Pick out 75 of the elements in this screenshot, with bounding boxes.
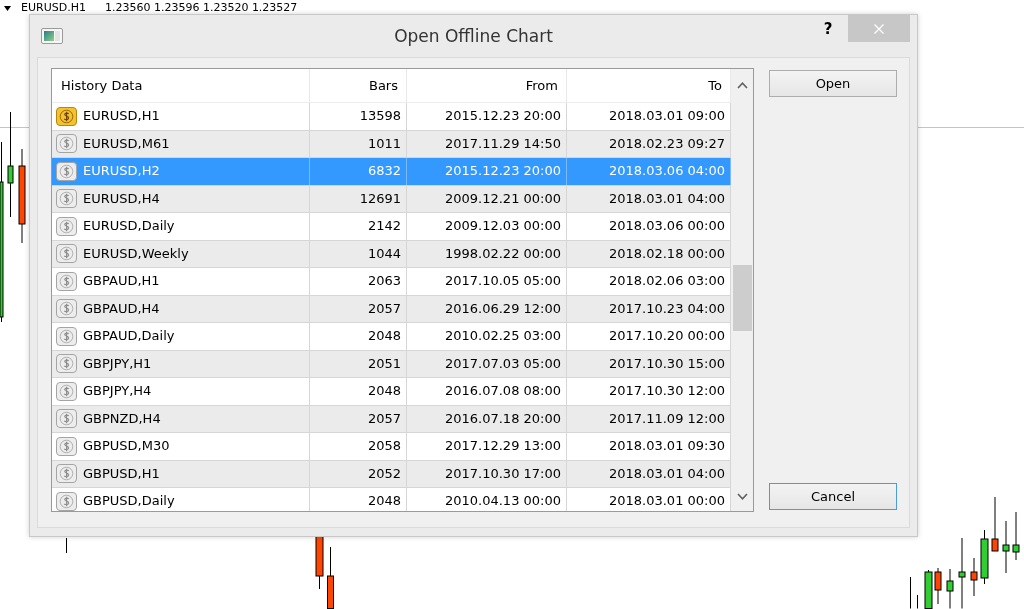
table-cell: 12691 [310,185,407,212]
open-button[interactable]: Open [769,70,897,97]
table-row[interactable]: GBPJPY,H1 2051 2017.07.03 05:00 2017.10.30 15:00 [52,350,731,378]
table-cell: 2017.07.03 05:00 [407,350,567,377]
table-cell: 2016.07.18 20:00 [407,405,567,432]
table-row[interactable]: EURUSD,M61 1011 2017.11.29 14:50 2018.02.23 09:27 [52,130,731,158]
table-cell: EURUSD,Weekly [83,245,189,262]
table-cell: 2009.12.21 00:00 [407,185,567,212]
scrollbar-thumb[interactable] [733,265,752,331]
table-cell: 2017.12.29 13:00 [407,433,567,460]
table-cell: 2010.04.13 00:00 [407,488,567,511]
table-cell: GBPNZD,H4 [83,410,161,427]
table-cell: 2048 [310,323,407,350]
table-cell: 2142 [310,213,407,240]
table-cell: 2017.10.05 05:00 [407,268,567,295]
price-quotes: 1.23560 1.23596 1.23520 1.23527 [104,1,298,15]
table-cell: 1044 [310,240,407,267]
table-cell: GBPAUD,H1 [83,273,160,290]
table-row[interactable]: GBPAUD,Daily 2048 2010.02.25 03:00 2017.10.20 00:00 [52,323,731,351]
table-cell: 1998.02.22 00:00 [407,240,567,267]
candlestick-wick [66,537,67,554]
table-cell: EURUSD,M61 [83,135,170,152]
table-cell: 2058 [310,433,407,460]
table-cell: EURUSD,H4 [83,190,160,207]
table-cell: 2063 [310,268,407,295]
table-cell: EURUSD,H2 [83,163,160,180]
chevron-down-icon [736,492,748,500]
table-cell: 13598 [310,103,407,130]
table-row[interactable]: GBPAUD,H1 2063 2017.10.05 05:00 2018.02.06 03:00 [52,268,731,296]
table-row[interactable]: GBPUSD,H1 2052 2017.10.30 17:00 2018.03.01 04:00 [52,460,731,488]
window-icon[interactable] [41,28,63,44]
table-cell: 2057 [310,405,407,432]
table-cell: 2016.06.29 12:00 [407,295,567,322]
table-cell: 2009.12.03 00:00 [407,213,567,240]
dialog-title: Open Offline Chart [394,25,553,47]
table-cell: 2017.11.29 14:50 [407,130,567,157]
table-cell: 2057 [310,295,407,322]
table-cell: 2051 [310,350,407,377]
chart-symbol: EURUSD.H1 [21,1,86,15]
table-cell: GBPAUD,Daily [83,328,175,345]
table-cell: GBPJPY,H4 [83,383,152,400]
table-cell: 2048 [310,488,407,511]
table-row[interactable]: GBPJPY,H4 2048 2016.07.08 08:00 2017.10.30 12:00 [52,378,731,406]
table-cell: GBPUSD,Daily [83,493,175,510]
help-button[interactable]: ? [818,15,838,42]
table-row[interactable]: EURUSD,Daily 2142 2009.12.03 00:00 2018.03.06 00:00 [52,213,731,241]
column-header[interactable]: From [407,69,567,102]
table-cell: 2017.10.30 17:00 [407,460,567,487]
table-row[interactable]: EURUSD,H4 12691 2009.12.21 00:00 2018.03.01 04:00 [52,185,731,213]
table-cell: 2048 [310,378,407,405]
table-row[interactable]: GBPNZD,H4 2057 2016.07.18 20:00 2017.11.09 12:00 [52,405,731,433]
table-cell: GBPUSD,H1 [83,465,160,482]
scrollbar[interactable] [731,69,753,511]
table-cell: 2010.02.25 03:00 [407,323,567,350]
caret-icon[interactable] [4,5,11,11]
table-cell: GBPJPY,H1 [83,355,152,372]
table-row[interactable]: EURUSD,Weekly 1044 1998.02.22 00:00 2018.02.18 00:00 [52,240,731,268]
cancel-button[interactable]: Cancel [769,483,897,510]
table-cell: EURUSD,H1 [83,108,160,125]
table-cell: EURUSD,Daily [83,218,175,235]
chevron-up-icon [736,81,748,89]
table-cell: 2016.07.08 08:00 [407,378,567,405]
column-header[interactable]: Bars [310,69,407,102]
table-cell: 2015.12.23 20:00 [407,103,567,130]
table-cell: 6832 [310,158,407,185]
table-cell: 2052 [310,460,407,487]
table-row[interactable]: GBPAUD,H4 2057 2016.06.29 12:00 2017.10.23 04:00 [52,295,731,323]
table-cell: GBPAUD,H4 [83,300,160,317]
close-icon [874,23,884,34]
table-cell: 1011 [310,130,407,157]
column-header[interactable]: History Data [52,69,310,102]
table-row[interactable]: GBPUSD,M30 2058 2017.12.29 13:00 2018.03.01 09:30 [52,433,731,461]
table-row[interactable]: EURUSD,H1 13598 2015.12.23 20:00 2018.03.01 09:00 [52,103,731,131]
table-cell: GBPUSD,M30 [83,438,170,455]
table-cell: 2015.12.23 20:00 [407,158,567,185]
